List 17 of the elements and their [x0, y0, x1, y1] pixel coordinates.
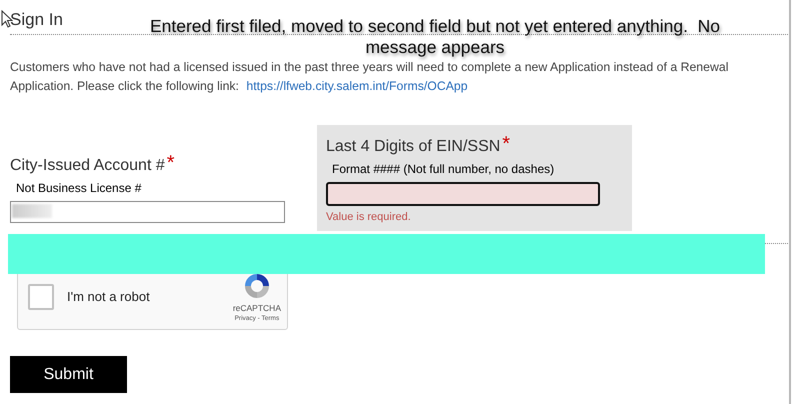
required-mark: * [166, 153, 175, 173]
input-field[interactable] [326, 182, 600, 206]
field-hint: Not Business License # [16, 181, 142, 195]
page-title: Sign In [10, 10, 63, 29]
submit-button[interactable]: Submit [10, 356, 127, 393]
captcha-label: I'm not a robot [67, 289, 150, 304]
notice-text: Customers who have not had a licensed issued in the past three years will need to complete a new Application instead of a Renewal Application. Please click the following link: https://lfweb.city.salem.int/Forms/OCApp [10, 59, 730, 95]
captcha-brand: reCAPTCHA [232, 303, 281, 313]
captcha-checkbox[interactable] [28, 284, 54, 310]
field-hint: Format #### (Not full number, no dashes) [332, 162, 556, 176]
field-label: City-Issued Account # [10, 156, 165, 175]
required-mark: * [502, 134, 510, 154]
annotation-text: Entered first filed, moved to second field but not yet entered anything. No message appears [148, 16, 722, 58]
input-field[interactable] [10, 201, 285, 223]
error-message: Value is required. [326, 211, 412, 223]
application-link[interactable]: https://lfweb.city.salem.int/Forms/OCApp [246, 79, 468, 93]
field-label: Last 4 Digits of EIN/SSN [326, 137, 500, 156]
